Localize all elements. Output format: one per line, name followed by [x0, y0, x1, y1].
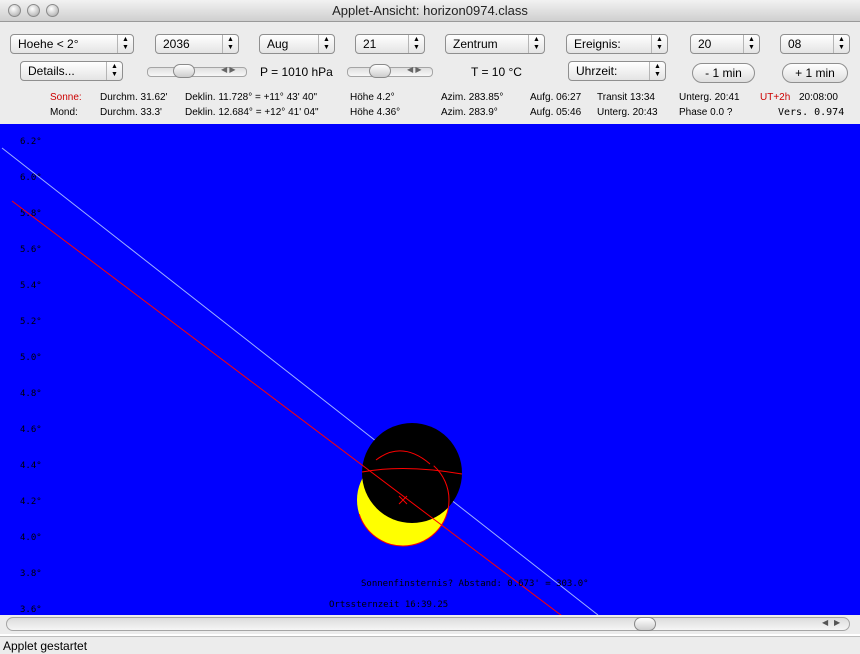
window-titlebar: Applet-Ansicht: horizon0974.class	[0, 0, 860, 22]
time-mode-select[interactable]: Uhrzeit: ▲ ▼	[568, 61, 666, 81]
sun-path-line	[11, 200, 562, 615]
version-label: Vers. 0.974	[778, 107, 845, 118]
altitude-tick-label: 4.6°	[20, 425, 42, 435]
scroll-left-arrow-icon[interactable]: ◀	[822, 618, 828, 627]
sun-rise: Aufg. 06:27	[530, 92, 582, 103]
sky-view[interactable]: 6.2° 6.0° 5.8° 5.6° 5.4° 5.2° 5.0° 4.8° 4.6° 4.4°…	[0, 124, 860, 615]
pressure-slider-thumb[interactable]	[173, 64, 195, 78]
scrollbar-thumb[interactable]	[634, 617, 656, 631]
select-arrows-icon: ▲ ▼	[318, 35, 334, 53]
moon-declination: Deklin. 12.684° = +12° 41' 04"	[185, 107, 319, 118]
altitude-tick-label: 5.0°	[20, 353, 42, 363]
pressure-slider[interactable]: ◀ ▶	[145, 64, 249, 78]
current-time: 20:08:00	[799, 92, 838, 103]
select-arrows-icon: ▲ ▼	[222, 35, 238, 53]
select-arrows-icon: ▲ ▼	[106, 62, 122, 80]
status-text: Applet gestartet	[3, 639, 88, 653]
scrollbar-track[interactable]	[6, 617, 850, 631]
slider-arrows-icon: ◀ ▶	[221, 65, 236, 74]
altitude-tick-label: 4.0°	[20, 533, 42, 543]
select-arrows-icon: ▲ ▼	[833, 35, 849, 53]
altitude-tick-label: 6.2°	[20, 137, 42, 147]
moon-diameter: Durchm. 33.3'	[100, 107, 162, 118]
altitude-tick-label: 3.6°	[20, 605, 42, 615]
year-value: 2036	[163, 37, 190, 51]
altitude-tick-label: 4.4°	[20, 461, 42, 471]
month-select[interactable]: Aug ▲ ▼	[259, 34, 335, 54]
status-bar: Applet gestartet	[0, 636, 860, 654]
slider-arrows-icon: ◀ ▶	[407, 65, 422, 74]
altitude-tick-label: 5.4°	[20, 281, 42, 291]
event-select[interactable]: Ereignis: ▲ ▼	[566, 34, 668, 54]
sky-canvas: 6.2° 6.0° 5.8° 5.6° 5.4° 5.2° 5.0° 4.8° 4.6° 4.4°…	[1, 137, 599, 615]
sun-altitude: Höhe 4.2°	[350, 92, 395, 103]
altitude-tick-label: 5.8°	[20, 209, 42, 219]
moon-disc	[362, 423, 462, 523]
hour-value: 20	[698, 37, 712, 51]
plus-minute-button[interactable]: + 1 min	[782, 63, 848, 83]
month-value: Aug	[267, 37, 289, 51]
time-mode-value: Uhrzeit:	[576, 64, 618, 78]
select-arrows-icon: ▲ ▼	[743, 35, 759, 53]
pressure-label: P = 1010 hPa	[260, 65, 333, 79]
moon-rise: Aufg. 05:46	[530, 107, 582, 118]
moon-path-line	[1, 147, 599, 615]
year-select[interactable]: 2036 ▲ ▼	[155, 34, 239, 54]
altitude-limit-value: Hoehe < 2°	[18, 37, 79, 51]
eclipse-distance-label: Sonnenfinsternis? Abstand: 0.673' = 303.…	[361, 579, 589, 589]
minute-select[interactable]: 08 ▲ ▼	[780, 34, 850, 54]
altitude-tick-label: 5.2°	[20, 317, 42, 327]
altitude-tick-label: 4.8°	[20, 389, 42, 399]
sun-set: Unterg. 20:41	[679, 92, 740, 103]
window-title: Applet-Ansicht: horizon0974.class	[332, 3, 528, 18]
day-value: 21	[363, 37, 377, 51]
horizontal-scrollbar[interactable]: ◀ ▶	[0, 615, 860, 634]
select-arrows-icon: ▲ ▼	[651, 35, 667, 53]
scroll-right-arrow-icon[interactable]: ▶	[834, 618, 840, 627]
select-arrows-icon: ▲ ▼	[649, 62, 665, 80]
altitude-tick-label: 6.0°	[20, 173, 42, 183]
select-arrows-icon: ▲ ▼	[408, 35, 424, 53]
moon-label: Mond:	[50, 107, 78, 118]
hour-select[interactable]: 20 ▲ ▼	[690, 34, 760, 54]
temperature-slider[interactable]: ◀ ▶	[345, 64, 435, 78]
sun-transit: Transit 13:34	[597, 92, 655, 103]
details-value: Details...	[28, 64, 75, 78]
view-value: Zentrum	[453, 37, 498, 51]
sun-label: Sonne:	[50, 92, 82, 103]
utc-offset: UT+2h	[760, 92, 791, 103]
sun-azimuth: Azim. 283.85°	[441, 92, 504, 103]
temperature-label: T = 10 °C	[471, 65, 522, 79]
sun-declination: Deklin. 11.728° = +11° 43' 40"	[185, 92, 318, 103]
event-value: Ereignis:	[574, 37, 621, 51]
minus-minute-button[interactable]: - 1 min	[692, 63, 755, 83]
altitude-axis: 6.2° 6.0° 5.8° 5.6° 5.4° 5.2° 5.0° 4.8° 4.6° 4.4°…	[20, 137, 42, 615]
control-panel: Hoehe < 2° ▲ ▼ 2036 ▲ ▼ Aug ▲ ▼ 21 ▲ ▼ Zentr…	[0, 22, 860, 124]
altitude-limit-select[interactable]: Hoehe < 2° ▲ ▼	[10, 34, 134, 54]
altitude-tick-label: 5.6°	[20, 245, 42, 255]
moon-azimuth: Azim. 283.9°	[441, 107, 498, 118]
details-select[interactable]: Details... ▲ ▼	[20, 61, 123, 81]
minute-value: 08	[788, 37, 802, 51]
moon-altitude: Höhe 4.36°	[350, 107, 401, 118]
altitude-tick-label: 3.8°	[20, 569, 42, 579]
moon-set: Unterg. 20:43	[597, 107, 658, 118]
day-select[interactable]: 21 ▲ ▼	[355, 34, 425, 54]
select-arrows-icon: ▲ ▼	[117, 35, 133, 53]
select-arrows-icon: ▲ ▼	[528, 35, 544, 53]
sun-diameter: Durchm. 31.62'	[100, 92, 168, 103]
temperature-slider-thumb[interactable]	[369, 64, 391, 78]
view-select[interactable]: Zentrum ▲ ▼	[445, 34, 545, 54]
altitude-tick-label: 4.2°	[20, 497, 42, 507]
sidereal-time-label: Ortssternzeit 16:39.25	[329, 600, 448, 610]
moon-phase: Phase 0.0 ?	[679, 107, 733, 118]
